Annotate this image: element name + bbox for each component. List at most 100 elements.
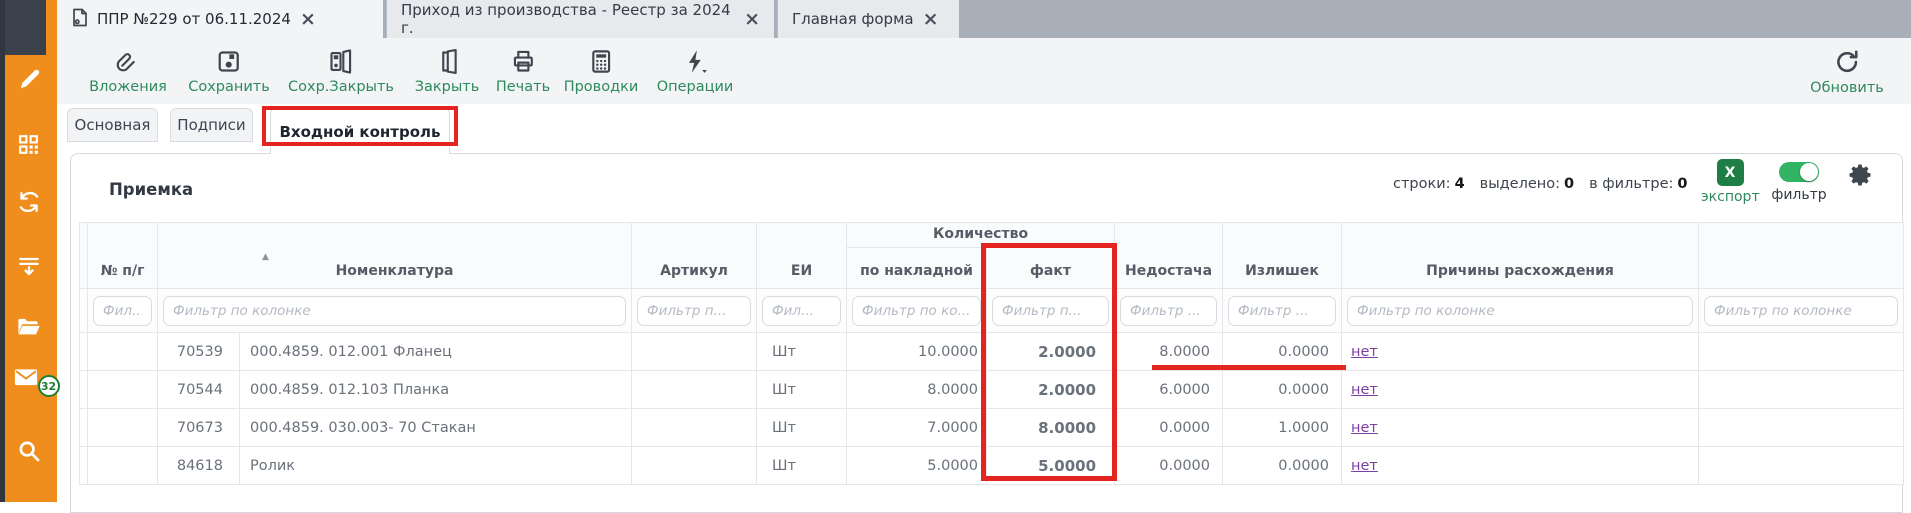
window-tab-document[interactable]: ППР №229 от 06.11.2024 ×: [57, 0, 383, 38]
cell-unit: Шт: [757, 333, 847, 371]
save-close-label: Сохр.Закрыть: [288, 79, 394, 95]
col-header-article[interactable]: Артикул: [632, 223, 757, 289]
table-row[interactable]: 84618 Ролик Шт 5.0000 5.0000 0.0000 0.00…: [80, 447, 1904, 485]
col-group-quantity: Количество: [847, 223, 1115, 248]
refresh-icon: [1833, 48, 1861, 76]
close-document-button[interactable]: Закрыть: [415, 48, 480, 95]
col-header-nomenclature[interactable]: Номенклатура: [158, 223, 632, 289]
sidebar-item-queue[interactable]: [0, 246, 57, 286]
folder-icon: [15, 313, 42, 340]
save-button[interactable]: Сохранить: [188, 48, 270, 95]
lightning-icon: [682, 48, 709, 75]
tab-input-control-label: Входной контроль: [280, 123, 441, 141]
cell-by-invoice: 8.0000: [847, 371, 987, 409]
attachments-button[interactable]: Вложения: [89, 48, 167, 95]
filter-extra-input[interactable]: [1704, 296, 1898, 326]
app-window: ППР №229 от 06.11.2024 × Приход из произ…: [0, 0, 1911, 502]
refresh-label: Обновить: [1810, 80, 1884, 96]
toggle-on-icon: [1779, 162, 1819, 182]
sidebar-item-qr[interactable]: [0, 124, 57, 164]
grid-stats: строки:4 выделено:0 в фильтре:0: [1393, 176, 1687, 192]
cell-code: 70539: [158, 333, 240, 371]
close-icon[interactable]: ×: [744, 10, 760, 29]
filter-label: фильтр: [1769, 187, 1829, 203]
print-button[interactable]: Печать: [496, 48, 550, 95]
cell-code: 84618: [158, 447, 240, 485]
close-icon[interactable]: ×: [923, 10, 939, 29]
col-header-reasons[interactable]: Причины расхождения: [1342, 223, 1699, 289]
sidebar-item-edit[interactable]: [0, 58, 57, 98]
sidebar-item-sync[interactable]: [0, 182, 57, 222]
tab-input-control[interactable]: Входной контроль: [270, 108, 450, 154]
filter-shortage-input[interactable]: [1120, 296, 1217, 326]
cell-num: [88, 371, 158, 409]
operations-button[interactable]: Операции: [657, 48, 734, 95]
cell-fact: 2.0000: [987, 333, 1115, 371]
door-icon: [434, 48, 461, 75]
save-close-button[interactable]: Сохр.Закрыть: [288, 48, 394, 95]
qr-code-icon: [16, 132, 41, 157]
refresh-button[interactable]: Обновить: [1810, 48, 1884, 96]
table-row[interactable]: 70539 000.4859. 012.001 Фланец Шт 10.000…: [80, 333, 1904, 371]
left-sidebar: 32: [0, 0, 57, 502]
window-tab-main-form[interactable]: Главная форма ×: [777, 0, 959, 38]
cell-by-invoice: 10.0000: [847, 333, 987, 371]
sidebar-item-mail[interactable]: 32: [0, 358, 57, 398]
filter-num-input[interactable]: [93, 296, 152, 326]
tab-main[interactable]: Основная: [67, 108, 158, 142]
reason-link[interactable]: нет: [1351, 382, 1378, 398]
cell-fact: 2.0000: [987, 371, 1115, 409]
cell-surplus: 0.0000: [1223, 333, 1342, 371]
col-selector: [80, 223, 88, 289]
search-icon: [15, 437, 42, 464]
filter-fact-input[interactable]: [992, 296, 1109, 326]
filter-unit-input[interactable]: [762, 296, 841, 326]
filter-toggle[interactable]: фильтр: [1769, 162, 1829, 203]
cell-surplus: 1.0000: [1223, 409, 1342, 447]
sidebar-item-search[interactable]: [0, 430, 57, 470]
reason-link[interactable]: нет: [1351, 420, 1378, 436]
mail-badge: 32: [38, 375, 60, 397]
acceptance-panel: Приемка строки:4 выделено:0 в фильтре:0 …: [70, 153, 1903, 513]
attachments-label: Вложения: [89, 79, 167, 95]
col-header-fact[interactable]: факт: [987, 248, 1115, 289]
postings-button[interactable]: Проводки: [564, 48, 639, 95]
table-row[interactable]: 70673 000.4859. 030.003- 70 Стакан Шт 7.…: [80, 409, 1904, 447]
filter-selector: [80, 289, 88, 333]
settings-gear-button[interactable]: [1846, 161, 1874, 193]
print-label: Печать: [496, 79, 550, 95]
gear-icon: [1846, 161, 1874, 189]
paperclip-icon: [114, 48, 141, 75]
reason-link[interactable]: нет: [1351, 458, 1378, 474]
col-header-by-invoice[interactable]: по накладной: [847, 248, 987, 289]
cell-unit: Шт: [757, 447, 847, 485]
close-icon[interactable]: ×: [300, 10, 316, 29]
cell-shortage: 8.0000: [1115, 333, 1223, 371]
filter-nomenclature-input[interactable]: [163, 296, 626, 326]
close-label: Закрыть: [415, 79, 480, 95]
excel-icon: X: [1717, 159, 1744, 186]
cell-article: [632, 371, 757, 409]
cell-surplus: 0.0000: [1223, 371, 1342, 409]
list-download-icon: [16, 253, 42, 279]
col-header-shortage[interactable]: Недостача: [1115, 223, 1223, 289]
export-button[interactable]: X экспорт: [1701, 159, 1759, 205]
cell-article: [632, 447, 757, 485]
sort-ascending-icon[interactable]: ▲: [262, 252, 269, 262]
cell-shortage: 0.0000: [1115, 409, 1223, 447]
cell-fact: 5.0000: [987, 447, 1115, 485]
reason-link[interactable]: нет: [1351, 344, 1378, 360]
sidebar-item-folders[interactable]: [0, 306, 57, 346]
filter-article-input[interactable]: [637, 296, 751, 326]
tab-signatures[interactable]: Подписи: [170, 108, 253, 142]
cell-name: Ролик: [240, 447, 632, 485]
window-tab-registry[interactable]: Приход из производства - Реестр за 2024 …: [386, 0, 774, 38]
col-header-num[interactable]: № п/г: [88, 223, 158, 289]
filter-reasons-input[interactable]: [1347, 296, 1693, 326]
window-tab-label: ППР №229 от 06.11.2024: [97, 10, 291, 28]
table-row[interactable]: 70544 000.4859. 012.103 Планка Шт 8.0000…: [80, 371, 1904, 409]
col-header-surplus[interactable]: Излишек: [1223, 223, 1342, 289]
filter-surplus-input[interactable]: [1228, 296, 1336, 326]
filter-by-invoice-input[interactable]: [852, 296, 981, 326]
col-header-unit[interactable]: ЕИ: [757, 223, 847, 289]
